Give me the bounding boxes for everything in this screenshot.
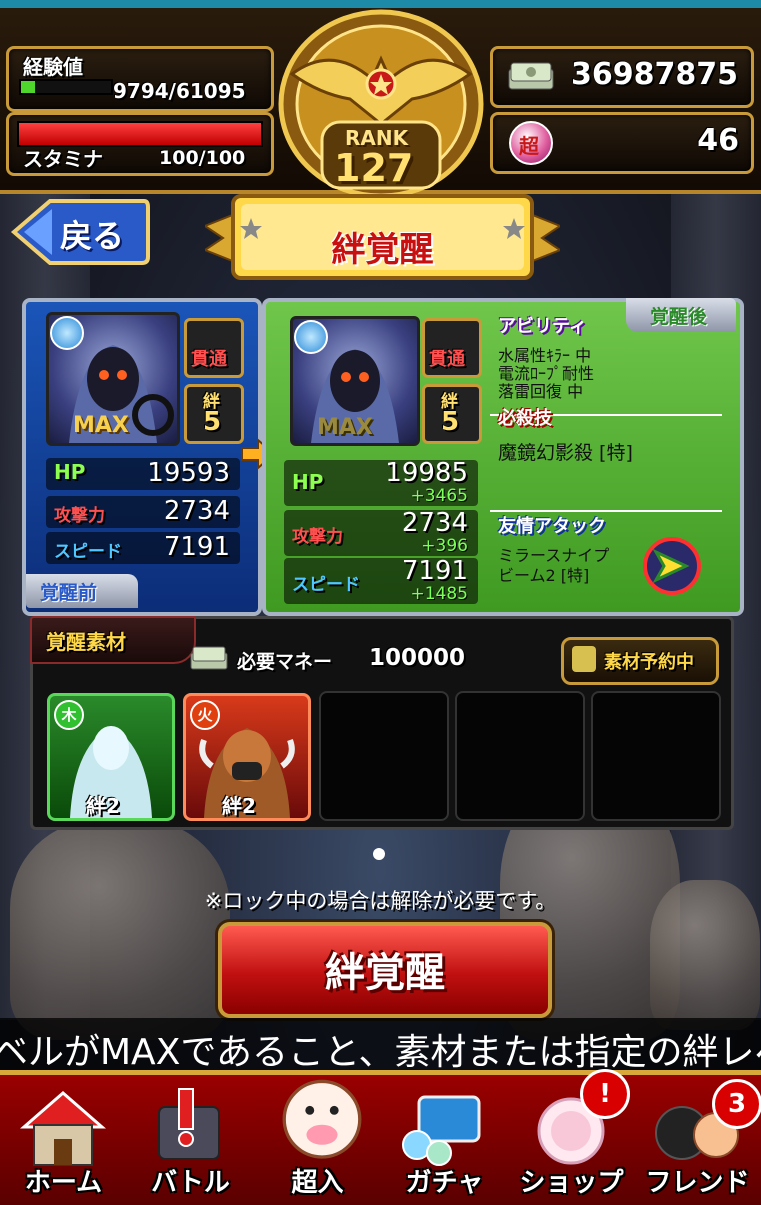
friend-heading: 友情アタック [498, 516, 606, 537]
material-slot-empty[interactable] [455, 691, 585, 821]
nav-shop[interactable]: ショップ ! [508, 1069, 635, 1205]
material-slot-1[interactable]: 木 絆2 [47, 693, 175, 821]
exp-label: 経験値 [23, 55, 83, 79]
orb-icon: 超 [509, 121, 553, 165]
reserve-materials-button[interactable]: 素材予約中 [561, 637, 719, 685]
stat-row-hp: HP 19985 +3465 [284, 458, 478, 506]
robot-icon [572, 646, 596, 672]
back-button[interactable]: 戻る [10, 197, 150, 267]
back-label: 戻る [60, 217, 125, 255]
material-slot-2[interactable]: 火 絆2 [183, 693, 311, 821]
shop-alert-badge: ! [580, 1069, 630, 1119]
stamina-value: 100/100 [159, 147, 246, 169]
page-indicator-dot [373, 848, 385, 860]
exp-bar [19, 79, 113, 95]
attack-value: 2734 [401, 508, 468, 538]
required-money-label: 必要マネー [237, 651, 333, 673]
attack-bonus: +396 [421, 536, 468, 556]
before-awakening-card: MAX 貫通 絆 5 HP 19593 攻撃力 2734 スピード 7191 覚… [22, 298, 262, 616]
nav-gacha[interactable]: ガチャ [381, 1075, 508, 1205]
stat-row-speed: スピード 7191 +1485 [284, 556, 478, 604]
materials-title: 覚醒素材 [46, 630, 126, 654]
statue-left [10, 820, 230, 1040]
stat-row-attack: 攻撃力 2734 [46, 496, 240, 528]
exp-bar-fill [21, 81, 36, 93]
friend-attack-icon [643, 537, 701, 595]
hp-bonus: +3465 [410, 486, 468, 506]
info-ticker: ベルがMAXであること、素材または指定の絆レベ [0, 1018, 761, 1070]
pierce-badge: 貫通 [184, 318, 244, 378]
stamina-bar-fill [19, 123, 261, 145]
ability-heading: アビリティ [498, 316, 587, 337]
status-header: 経験値 9794/61095 スタミナ 100/100 RANK 127 369… [0, 0, 761, 199]
bond-awaken-button[interactable]: 絆覚醒 [218, 922, 552, 1018]
fire-element-icon: 火 [190, 700, 220, 730]
hp-value: 19985 [385, 458, 468, 488]
battle-icon [158, 1088, 220, 1160]
title-banner: 絆覚醒 [202, 188, 563, 288]
speed-bonus: +1485 [410, 584, 468, 604]
page-title: 絆覚醒 [331, 230, 434, 270]
nav-friend[interactable]: フレンド 3 [634, 1075, 761, 1205]
attack-value: 2734 [163, 496, 230, 526]
money-stack-icon [190, 646, 228, 670]
speed-value: 7191 [163, 532, 230, 562]
special-skill-text: 魔鏡幻影殺 [特] [498, 442, 633, 464]
stat-row-attack: 攻撃力 2734 +396 [284, 508, 478, 556]
orb-value: 46 [697, 123, 739, 158]
bond-awaken-label: 絆覚醒 [325, 950, 445, 996]
ticker-text: ベルがMAXであること、素材または指定の絆レベ [0, 1032, 761, 1070]
hp-value: 19593 [147, 458, 230, 488]
stat-row-hp: HP 19593 [46, 458, 240, 490]
money-value: 36987875 [571, 57, 738, 92]
ability-info: アビリティ 水属性ｷﾗｰ 中 電流ﾛｰﾌﾟ耐性 落雷回復 中 必殺技 魔鏡幻影殺… [490, 310, 728, 600]
orb-panel: 超 46 [490, 112, 754, 174]
nav-home[interactable]: ホーム [0, 1075, 127, 1205]
lock-note: ※ロック中の場合は解除が必要です。 [204, 889, 557, 913]
pierce-badge: 貫通 [422, 318, 482, 378]
special-heading: 必殺技 [498, 408, 552, 429]
material-slot-empty[interactable] [319, 691, 449, 821]
material-bond: 絆2 [86, 794, 120, 818]
ability-line: 落雷回復 中 [498, 382, 584, 401]
rank-value: 127 [334, 146, 414, 190]
wood-element-icon: 木 [54, 700, 84, 730]
required-money-value: 100000 [369, 645, 466, 671]
friend-line: ビーム2 [特] [498, 566, 590, 585]
material-bond: 絆2 [222, 794, 256, 818]
material-slot-empty[interactable] [591, 691, 721, 821]
materials-heading-tab: 覚醒素材 [30, 616, 196, 664]
nav-powerup[interactable]: 超入 [254, 1075, 381, 1205]
friend-count-badge: 3 [712, 1079, 761, 1129]
nav-battle[interactable]: バトル [127, 1075, 254, 1205]
stamina-panel: スタミナ 100/100 [6, 112, 274, 176]
bond-level-badge: 絆 5 [184, 384, 244, 444]
max-label: MAX [317, 415, 373, 440]
house-icon [19, 1091, 107, 1166]
before-state-tab: 覚醒前 [26, 574, 138, 608]
water-element-icon [294, 320, 328, 354]
exp-panel: 経験値 9794/61095 [6, 46, 274, 112]
gacha-machine-icon [402, 1095, 481, 1166]
pig-mascot-icon [282, 1079, 362, 1159]
speed-value: 7191 [401, 556, 468, 586]
stamina-label: スタミナ [23, 147, 103, 171]
max-label: MAX [73, 413, 129, 438]
bond-level-badge: 絆 5 [422, 384, 482, 444]
stat-row-speed: スピード 7191 [46, 532, 240, 564]
money-stack-icon [508, 62, 554, 90]
money-panel: 36987875 [490, 46, 754, 108]
materials-panel: 覚醒素材 必要マネー 100000 素材予約中 木 絆2 火 絆2 [30, 616, 734, 830]
water-element-icon [50, 316, 84, 350]
bottom-nav: ホーム バトル 超入 ガチャ ショップ ! フレンド 3 [0, 1069, 761, 1205]
exp-value: 9794/61095 [113, 79, 246, 103]
